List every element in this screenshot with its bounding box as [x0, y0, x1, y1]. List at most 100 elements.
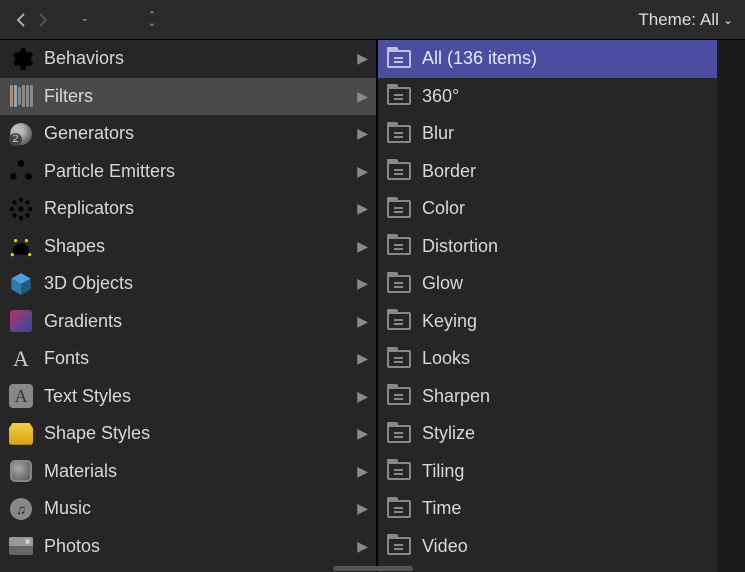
category-item-fonts[interactable]: A Fonts ▶ — [0, 340, 376, 378]
category-item-materials[interactable]: Materials▶ — [0, 453, 376, 491]
disclosure-arrow-icon: ▶ — [357, 200, 368, 217]
category-item-text-styles[interactable]: A Text Styles ▶ — [0, 378, 376, 416]
category-item-3d-objects[interactable]: 3D Objects▶ — [0, 265, 376, 303]
subfolder-label: Time — [422, 498, 461, 519]
disclosure-arrow-icon: ▶ — [357, 313, 368, 330]
folder-icon — [386, 159, 412, 183]
font-icon: A — [8, 347, 34, 371]
category-item-shapes[interactable]: Shapes ▶ — [0, 228, 376, 266]
cube-icon — [8, 272, 34, 296]
toolbar: - ⌃ ⌄ Theme: All ⌄ — [0, 0, 745, 40]
folder-icon — [386, 122, 412, 146]
subfolder-item[interactable]: Time — [378, 490, 745, 528]
subfolder-item[interactable]: Keying — [378, 303, 745, 341]
shapes-icon — [8, 234, 34, 258]
subfolder-item[interactable]: Video — [378, 528, 745, 566]
theme-value: All — [700, 10, 719, 30]
gen-icon — [8, 122, 34, 146]
subfolder-item[interactable]: Distortion — [378, 228, 745, 266]
disclosure-arrow-icon: ▶ — [357, 388, 368, 405]
category-label: Fonts — [44, 348, 89, 369]
category-item-gradients[interactable]: Gradients ▶ — [0, 303, 376, 341]
disclosure-arrow-icon: ▶ — [357, 350, 368, 367]
folder-icon — [386, 459, 412, 483]
category-label: Shapes — [44, 236, 105, 257]
category-item-shape-styles[interactable]: Shape Styles▶ — [0, 415, 376, 453]
subfolder-label: Blur — [422, 123, 454, 144]
category-label: 3D Objects — [44, 273, 133, 294]
library-browser: Behaviors▶Filters▶Generators▶Particle Em… — [0, 40, 745, 572]
path-separator: - — [82, 11, 87, 29]
category-item-music[interactable]: ♫Music▶ — [0, 490, 376, 528]
right-gutter — [717, 40, 745, 572]
category-item-generators[interactable]: Generators ▶ — [0, 115, 376, 153]
category-item-photos[interactable]: Photos ▶ — [0, 528, 376, 566]
theme-selector[interactable]: Theme: All ⌄ — [638, 10, 735, 30]
folder-icon — [386, 84, 412, 108]
folder-icon — [386, 272, 412, 296]
subfolder-item[interactable]: Stylize — [378, 415, 745, 453]
disclosure-arrow-icon: ▶ — [357, 125, 368, 142]
disclosure-arrow-icon: ▶ — [357, 425, 368, 442]
disclosure-arrow-icon: ▶ — [357, 500, 368, 517]
category-label: Music — [44, 498, 91, 519]
subfolder-label: Border — [422, 161, 476, 182]
subfolder-label: All (136 items) — [422, 48, 537, 69]
subfolder-item[interactable]: Sharpen — [378, 378, 745, 416]
disclosure-arrow-icon: ▶ — [357, 538, 368, 555]
chevron-down-icon: ⌄ — [723, 13, 733, 27]
subfolder-item[interactable]: 360° — [378, 78, 745, 116]
path-stepper[interactable]: ⌃ ⌄ — [147, 13, 156, 27]
folder-icon — [386, 497, 412, 521]
category-label: Particle Emitters — [44, 161, 175, 182]
nav-back-button[interactable] — [10, 8, 32, 32]
subfolder-item[interactable]: Glow — [378, 265, 745, 303]
subfolder-item[interactable]: Looks — [378, 340, 745, 378]
subfolder-label: 360° — [422, 86, 459, 107]
category-item-filters[interactable]: Filters ▶ — [0, 78, 376, 116]
disclosure-arrow-icon: ▶ — [357, 238, 368, 255]
folder-icon — [386, 347, 412, 371]
subfolder-label: Stylize — [422, 423, 475, 444]
folder-icon — [386, 384, 412, 408]
gradients-icon — [8, 309, 34, 333]
font-icon-boxed: A — [8, 384, 34, 408]
filters-icon — [8, 84, 34, 108]
subfolder-label: Looks — [422, 348, 470, 369]
disclosure-arrow-icon: ▶ — [357, 88, 368, 105]
category-label: Generators — [44, 123, 134, 144]
category-label: Materials — [44, 461, 117, 482]
category-item-behaviors[interactable]: Behaviors▶ — [0, 40, 376, 78]
subfolder-label: Video — [422, 536, 468, 557]
theme-label: Theme: — [638, 10, 696, 30]
nav-forward-button[interactable] — [32, 8, 54, 32]
particle-icon — [8, 159, 34, 183]
disclosure-arrow-icon: ▶ — [357, 163, 368, 180]
replicator-icon — [8, 197, 34, 221]
subfolder-item[interactable]: All (136 items) — [378, 40, 745, 78]
resize-handle[interactable] — [333, 566, 413, 571]
category-label: Gradients — [44, 311, 122, 332]
folder-icon — [386, 309, 412, 333]
subfolder-item[interactable]: Blur — [378, 115, 745, 153]
subfolder-label: Sharpen — [422, 386, 490, 407]
category-item-replicators[interactable]: Replicators ▶ — [0, 190, 376, 228]
disclosure-arrow-icon: ▶ — [357, 50, 368, 67]
folder-icon — [386, 422, 412, 446]
category-label: Text Styles — [44, 386, 131, 407]
subfolder-item[interactable]: Color — [378, 190, 745, 228]
category-label: Filters — [44, 86, 93, 107]
subfolder-label: Keying — [422, 311, 477, 332]
category-label: Replicators — [44, 198, 134, 219]
chevron-left-icon — [16, 13, 26, 27]
folder-icon — [386, 234, 412, 258]
subfolder-item[interactable]: Border — [378, 153, 745, 191]
subfolder-label: Distortion — [422, 236, 498, 257]
category-item-particle-emitters[interactable]: Particle Emitters ▶ — [0, 153, 376, 191]
chevron-down-icon: ⌄ — [147, 20, 156, 27]
folder-icon — [386, 47, 412, 71]
subfolder-column: All (136 items) 360° Blur Border Color Distor… — [378, 40, 745, 572]
subfolder-item[interactable]: Tiling — [378, 453, 745, 491]
category-label: Photos — [44, 536, 100, 557]
folder-icon — [386, 534, 412, 558]
